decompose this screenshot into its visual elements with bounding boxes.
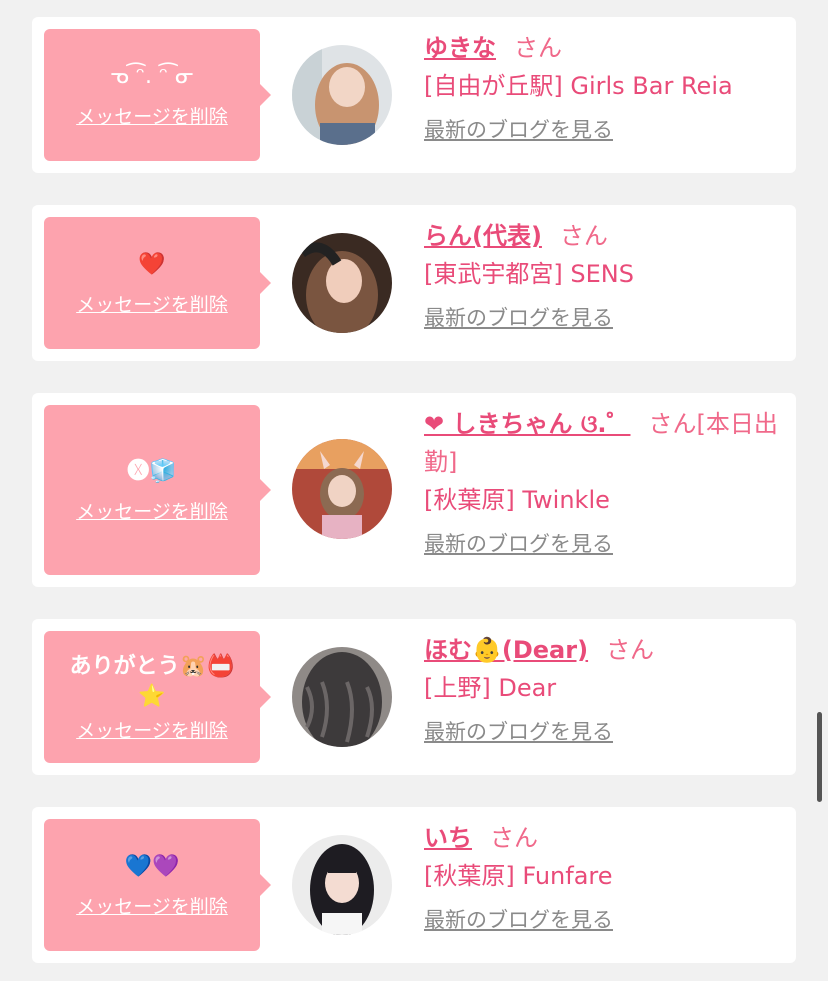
cast-card: 💙💜 メッセージを削除 いち さん [秋葉原] Funfare 最新のブログを見る (32, 807, 796, 963)
cast-name-link[interactable]: ほむ👶(Dear) (424, 636, 588, 664)
honorific: さん (606, 636, 655, 664)
cast-card: ❤️ メッセージを削除 らん(代表) さん [東武宇都宮] SENS 最新のブログ… (32, 205, 796, 361)
cast-info: ❤ しきちゃん ଓ.゜ さん[本日出勤] [秋葉原] Twinkle 最新のブログ… (424, 405, 786, 559)
cast-name-link[interactable]: いち (424, 824, 472, 852)
scrollbar[interactable] (817, 712, 822, 802)
avatar[interactable] (292, 233, 392, 333)
cast-info: ほむ👶(Dear) さん [上野] Dear 最新のブログを見る (424, 631, 786, 747)
message-bubble: ありがとう🐹📛⭐️ メッセージを削除 (44, 631, 271, 763)
message-bubble: ❤️ メッセージを削除 (44, 217, 271, 349)
message-text: ᓀ ͡ᵔ. ᵔ͡ ᓂ (110, 63, 194, 89)
cast-card: 🅧🧊 メッセージを削除 ❤ しきちゃん ଓ.゜ さん[本日出勤] [秋葉原] Tw… (32, 393, 796, 587)
cast-info: いち さん [秋葉原] Funfare 最新のブログを見る (424, 819, 786, 935)
cast-name-link[interactable]: ゆきな (424, 34, 496, 62)
avatar[interactable] (292, 647, 392, 747)
cast-name-link[interactable]: ❤ しきちゃん ଓ.゜ (424, 410, 630, 438)
cast-card: ありがとう🐹📛⭐️ メッセージを削除 ほむ👶(Dear) さん [上野] Dear… (32, 619, 796, 775)
cast-info: らん(代表) さん [東武宇都宮] SENS 最新のブログを見る (424, 217, 786, 333)
message-bubble: ᓀ ͡ᵔ. ᵔ͡ ᓂ メッセージを削除 (44, 29, 271, 161)
message-text: ❤️ (138, 251, 166, 277)
shop-name: [東武宇都宮] SENS (424, 260, 634, 288)
latest-blog-link[interactable]: 最新のブログを見る (424, 115, 613, 145)
shop-name: [上野] Dear (424, 674, 557, 702)
cast-name-link[interactable]: らん(代表) (424, 222, 542, 250)
delete-message-link[interactable]: メッセージを削除 (76, 716, 228, 743)
delete-message-link[interactable]: メッセージを削除 (76, 892, 228, 919)
message-bubble: 💙💜 メッセージを削除 (44, 819, 271, 951)
avatar[interactable] (292, 439, 392, 539)
message-text: ありがとう🐹📛⭐️ (69, 653, 235, 709)
message-text: 💙💜 (124, 853, 180, 879)
latest-blog-link[interactable]: 最新のブログを見る (424, 303, 613, 333)
shop-name: [秋葉原] Funfare (424, 862, 613, 890)
honorific: さん (514, 34, 562, 62)
avatar[interactable] (292, 835, 392, 935)
cast-card: ᓀ ͡ᵔ. ᵔ͡ ᓂ メッセージを削除 ゆきな さん [自由が丘駅] Girls … (32, 17, 796, 173)
favorite-cast-list: ᓀ ͡ᵔ. ᵔ͡ ᓂ メッセージを削除 ゆきな さん [自由が丘駅] Girls … (0, 0, 828, 981)
latest-blog-link[interactable]: 最新のブログを見る (424, 717, 613, 747)
honorific: さん (490, 824, 538, 852)
latest-blog-link[interactable]: 最新のブログを見る (424, 905, 613, 935)
message-bubble: 🅧🧊 メッセージを削除 (44, 405, 271, 575)
latest-blog-link[interactable]: 最新のブログを見る (424, 529, 613, 559)
avatar[interactable] (292, 45, 392, 145)
cast-info: ゆきな さん [自由が丘駅] Girls Bar Reia 最新のブログを見る (424, 29, 786, 145)
honorific: さん (559, 222, 608, 250)
message-text: 🅧🧊 (127, 458, 177, 484)
delete-message-link[interactable]: メッセージを削除 (76, 102, 228, 129)
delete-message-link[interactable]: メッセージを削除 (76, 290, 228, 317)
shop-name: [秋葉原] Twinkle (424, 486, 610, 514)
shop-name: [自由が丘駅] Girls Bar Reia (424, 72, 733, 100)
delete-message-link[interactable]: メッセージを削除 (76, 497, 228, 524)
